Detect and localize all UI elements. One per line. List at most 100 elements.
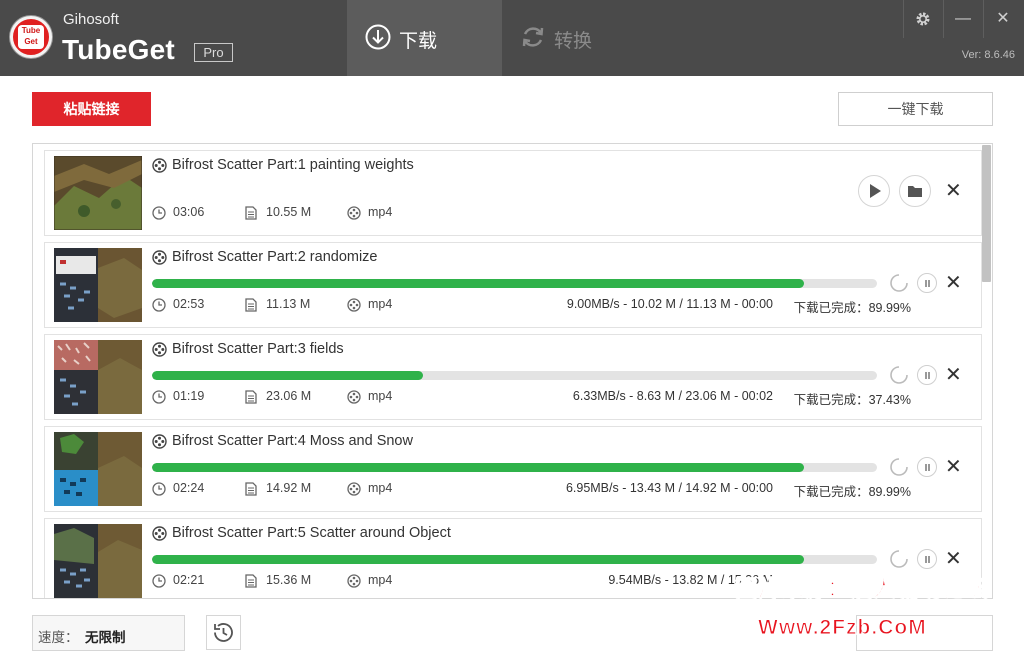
list-item[interactable]: Bifrost Scatter Part:1 painting weights …	[44, 150, 982, 236]
transfer-info: 9.00MB/s - 10.02 M / 11.13 M - 00:00	[566, 297, 773, 311]
file-size-text: 10.55 M	[266, 205, 312, 219]
list-item[interactable]: Bifrost Scatter Part:3 fields 01:19 23.0…	[44, 334, 982, 420]
remove-item-icon[interactable]: ✕	[945, 548, 962, 570]
clock-icon	[152, 206, 166, 220]
duration-text: 02:24	[173, 481, 205, 495]
play-button[interactable]	[858, 175, 890, 207]
one-click-download-button[interactable]: 一键下载	[838, 92, 993, 126]
duration-text: 03:06	[173, 205, 205, 219]
film-reel-icon	[152, 434, 167, 449]
progress-percent: 下载已完成：37.43%	[793, 393, 911, 407]
format-text: mp4	[368, 481, 393, 495]
film-reel-icon	[347, 482, 361, 496]
file-icon	[245, 482, 257, 496]
paste-link-button[interactable]: 粘贴链接	[32, 92, 151, 126]
download-progress-bar	[152, 371, 877, 380]
download-progress-bar	[152, 279, 877, 288]
logo-text-1: Tube	[21, 26, 41, 35]
video-title: Bifrost Scatter Part:4 Moss and Snow	[172, 433, 413, 449]
progress-fill	[152, 371, 424, 380]
logo-text-2: Get	[24, 37, 38, 46]
duration-text: 01:19	[173, 389, 205, 403]
progress-fill	[152, 463, 805, 472]
scrollbar-thumb[interactable]	[982, 145, 991, 282]
film-reel-icon	[152, 158, 167, 173]
tab-convert[interactable]: 转换	[502, 0, 657, 76]
file-icon	[245, 390, 257, 404]
progress-percent: 下载已完成：89.99%	[793, 301, 911, 315]
clock-icon	[152, 298, 166, 312]
video-title: Bifrost Scatter Part:5 Scatter around Ob…	[172, 525, 451, 541]
film-reel-icon	[152, 526, 167, 541]
video-thumbnail	[54, 432, 142, 506]
clock-icon	[152, 390, 166, 404]
remove-item-icon[interactable]: ✕	[945, 456, 962, 478]
folder-icon	[908, 186, 922, 197]
pause-button[interactable]	[917, 273, 937, 293]
download-progress-bar	[152, 463, 877, 472]
film-reel-icon	[152, 250, 167, 265]
video-thumbnail	[54, 524, 142, 598]
play-icon	[870, 184, 881, 198]
logo-mark: Tube Get	[18, 25, 44, 49]
loading-spinner-icon	[890, 366, 908, 384]
title-bar: Tube Get Gihosoft TubeGet Pro 下载 转换 — ✕ …	[0, 0, 1024, 76]
list-item[interactable]: Bifrost Scatter Part:2 randomize 02:53 1…	[44, 242, 982, 328]
format-text: mp4	[368, 389, 393, 403]
remove-item-icon[interactable]: ✕	[945, 364, 962, 386]
pause-button[interactable]	[917, 549, 937, 569]
remove-item-icon[interactable]: ✕	[945, 272, 962, 294]
loading-spinner-icon	[890, 458, 908, 476]
tab-download-label: 下载	[399, 31, 438, 52]
close-icon[interactable]: ✕	[983, 0, 1023, 38]
tab-download[interactable]: 下载	[347, 0, 502, 76]
brand-company: Gihosoft	[63, 11, 119, 28]
app-name: TubeGet	[62, 34, 175, 65]
format-text: mp4	[368, 205, 393, 219]
clock-icon	[152, 574, 166, 588]
progress-fill	[152, 555, 805, 564]
watermark-line-2: Www.2Fzb.CoM	[758, 616, 927, 640]
history-clock-icon	[214, 623, 233, 642]
download-circle-icon	[365, 24, 391, 50]
pause-button[interactable]	[917, 365, 937, 385]
download-progress-bar	[152, 555, 877, 564]
history-button[interactable]	[206, 615, 241, 650]
pro-badge: Pro	[194, 43, 233, 62]
convert-refresh-icon	[522, 27, 544, 47]
file-size-text: 14.92 M	[266, 481, 312, 495]
file-icon	[245, 574, 257, 588]
file-size-text: 11.13 M	[266, 297, 311, 311]
video-thumbnail	[54, 340, 142, 414]
film-reel-icon	[347, 390, 361, 404]
minimize-icon[interactable]: —	[943, 0, 983, 38]
duration-text: 02:21	[173, 573, 205, 587]
pause-button[interactable]	[917, 457, 937, 477]
progress-fill	[152, 279, 805, 288]
remove-item-icon[interactable]: ✕	[945, 180, 962, 202]
file-size-text: 15.36 M	[266, 573, 312, 587]
gear-icon[interactable]	[903, 0, 943, 38]
speed-limit-selector[interactable]: 速度： 无限制	[32, 615, 185, 651]
file-size-text: 23.06 M	[266, 389, 312, 403]
transfer-info: 6.33MB/s - 8.63 M / 23.06 M - 00:02	[572, 389, 773, 403]
film-reel-icon	[347, 298, 361, 312]
file-icon	[245, 206, 257, 220]
watermark-line-1: 图片来源：酒人辅助论坛	[734, 576, 989, 602]
film-reel-icon	[347, 206, 361, 220]
tab-convert-label: 转换	[554, 31, 593, 52]
app-logo: Tube Get	[10, 16, 52, 58]
video-thumbnail	[54, 248, 142, 322]
progress-percent: 下载已完成：89.99%	[793, 485, 911, 499]
list-item[interactable]: Bifrost Scatter Part:4 Moss and Snow 02:…	[44, 426, 982, 512]
film-reel-icon	[152, 342, 167, 357]
open-folder-button[interactable]	[899, 175, 931, 207]
format-text: mp4	[368, 297, 393, 311]
transfer-info: 6.95MB/s - 13.43 M / 14.92 M - 00:00	[565, 481, 773, 495]
video-title: Bifrost Scatter Part:3 fields	[172, 341, 344, 357]
speed-value: 无限制	[85, 630, 126, 645]
format-text: mp4	[368, 573, 393, 587]
duration-text: 02:53	[173, 297, 205, 311]
film-reel-icon	[347, 574, 361, 588]
clock-icon	[152, 482, 166, 496]
